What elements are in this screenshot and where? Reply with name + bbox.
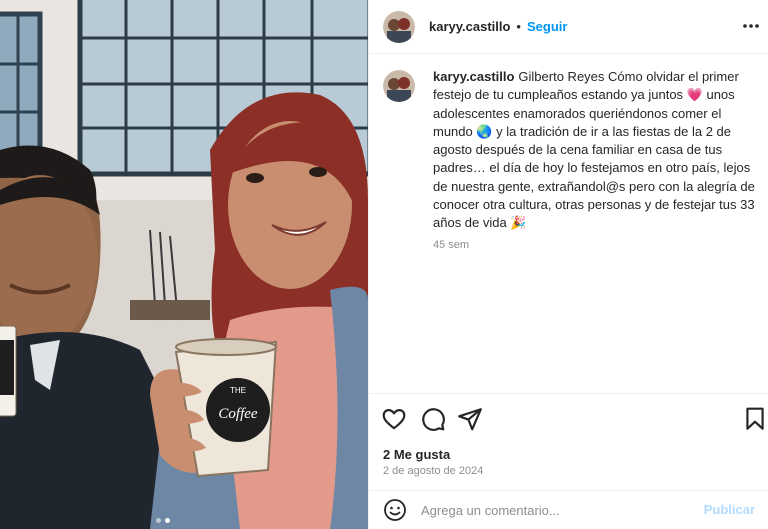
smiley-icon[interactable] bbox=[383, 498, 407, 522]
post-side-panel: karyy.castillo • Seguir karyy.castillo G… bbox=[368, 0, 768, 529]
cup-text-brand: Coffee bbox=[218, 406, 257, 422]
post-header: karyy.castillo • Seguir bbox=[369, 0, 768, 54]
likes-count[interactable]: 2 Me gusta bbox=[383, 447, 450, 462]
caption: karyy.castillo Gilberto Reyes Cómo olvida… bbox=[383, 68, 755, 251]
comment-input[interactable] bbox=[421, 502, 701, 518]
more-options-icon[interactable] bbox=[741, 16, 761, 36]
caption-avatar[interactable] bbox=[383, 70, 415, 102]
cup-text-top: THE bbox=[230, 386, 246, 395]
avatar[interactable] bbox=[383, 10, 415, 43]
instagram-post: THE Coffee karyy.castillo • Seguir karyy… bbox=[0, 0, 768, 529]
separator-dot: • bbox=[516, 19, 521, 34]
comment-bubble-icon[interactable] bbox=[420, 406, 446, 432]
post-date: 2 de agosto de 2024 bbox=[383, 465, 484, 477]
paper-plane-icon[interactable] bbox=[457, 406, 483, 432]
carousel-dot-active[interactable] bbox=[165, 518, 170, 523]
heart-icon[interactable] bbox=[381, 406, 407, 432]
publish-button[interactable]: Publicar bbox=[704, 502, 755, 517]
caption-timestamp[interactable]: 45 sem bbox=[433, 239, 755, 251]
carousel-dots[interactable] bbox=[156, 518, 170, 523]
bookmark-icon[interactable] bbox=[742, 406, 768, 432]
action-bar bbox=[369, 393, 768, 445]
comment-bar: Publicar bbox=[369, 490, 768, 529]
author-username[interactable]: karyy.castillo bbox=[429, 19, 510, 34]
follow-button[interactable]: Seguir bbox=[527, 19, 567, 34]
caption-text: karyy.castillo Gilberto Reyes Cómo olvida… bbox=[433, 68, 755, 233]
post-photo[interactable]: THE Coffee bbox=[0, 0, 368, 529]
caption-content: Gilberto Reyes Cómo olvidar el primer fe… bbox=[433, 69, 755, 231]
caption-username[interactable]: karyy.castillo bbox=[433, 69, 514, 84]
caption-body: karyy.castillo Gilberto Reyes Cómo olvida… bbox=[433, 68, 755, 251]
selfie-image: THE Coffee bbox=[0, 0, 368, 529]
carousel-dot[interactable] bbox=[156, 518, 161, 523]
